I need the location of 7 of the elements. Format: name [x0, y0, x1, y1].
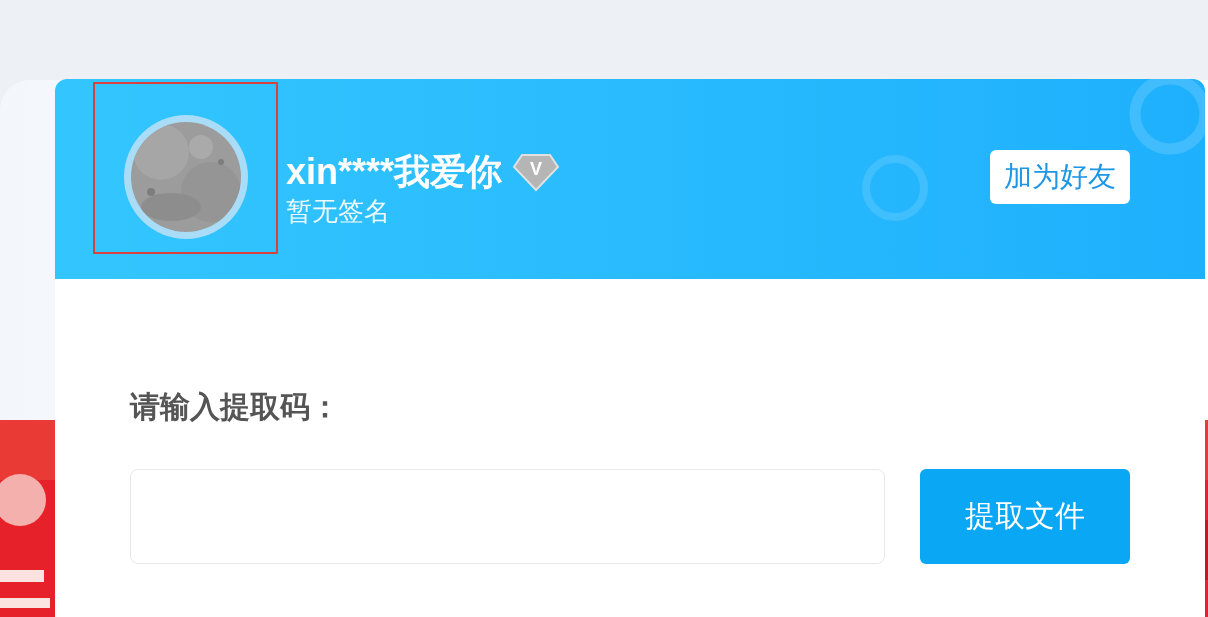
user-signature: 暂无签名 — [286, 195, 391, 228]
vip-diamond-badge: V — [512, 152, 561, 192]
extract-file-button[interactable]: 提取文件 — [920, 469, 1130, 564]
add-friend-button[interactable]: 加为好友 — [990, 150, 1130, 204]
extract-code-label: 请输入提取码： — [130, 389, 341, 425]
user-name: xin****我爱你 — [286, 150, 503, 194]
ring-decoration — [860, 153, 930, 223]
